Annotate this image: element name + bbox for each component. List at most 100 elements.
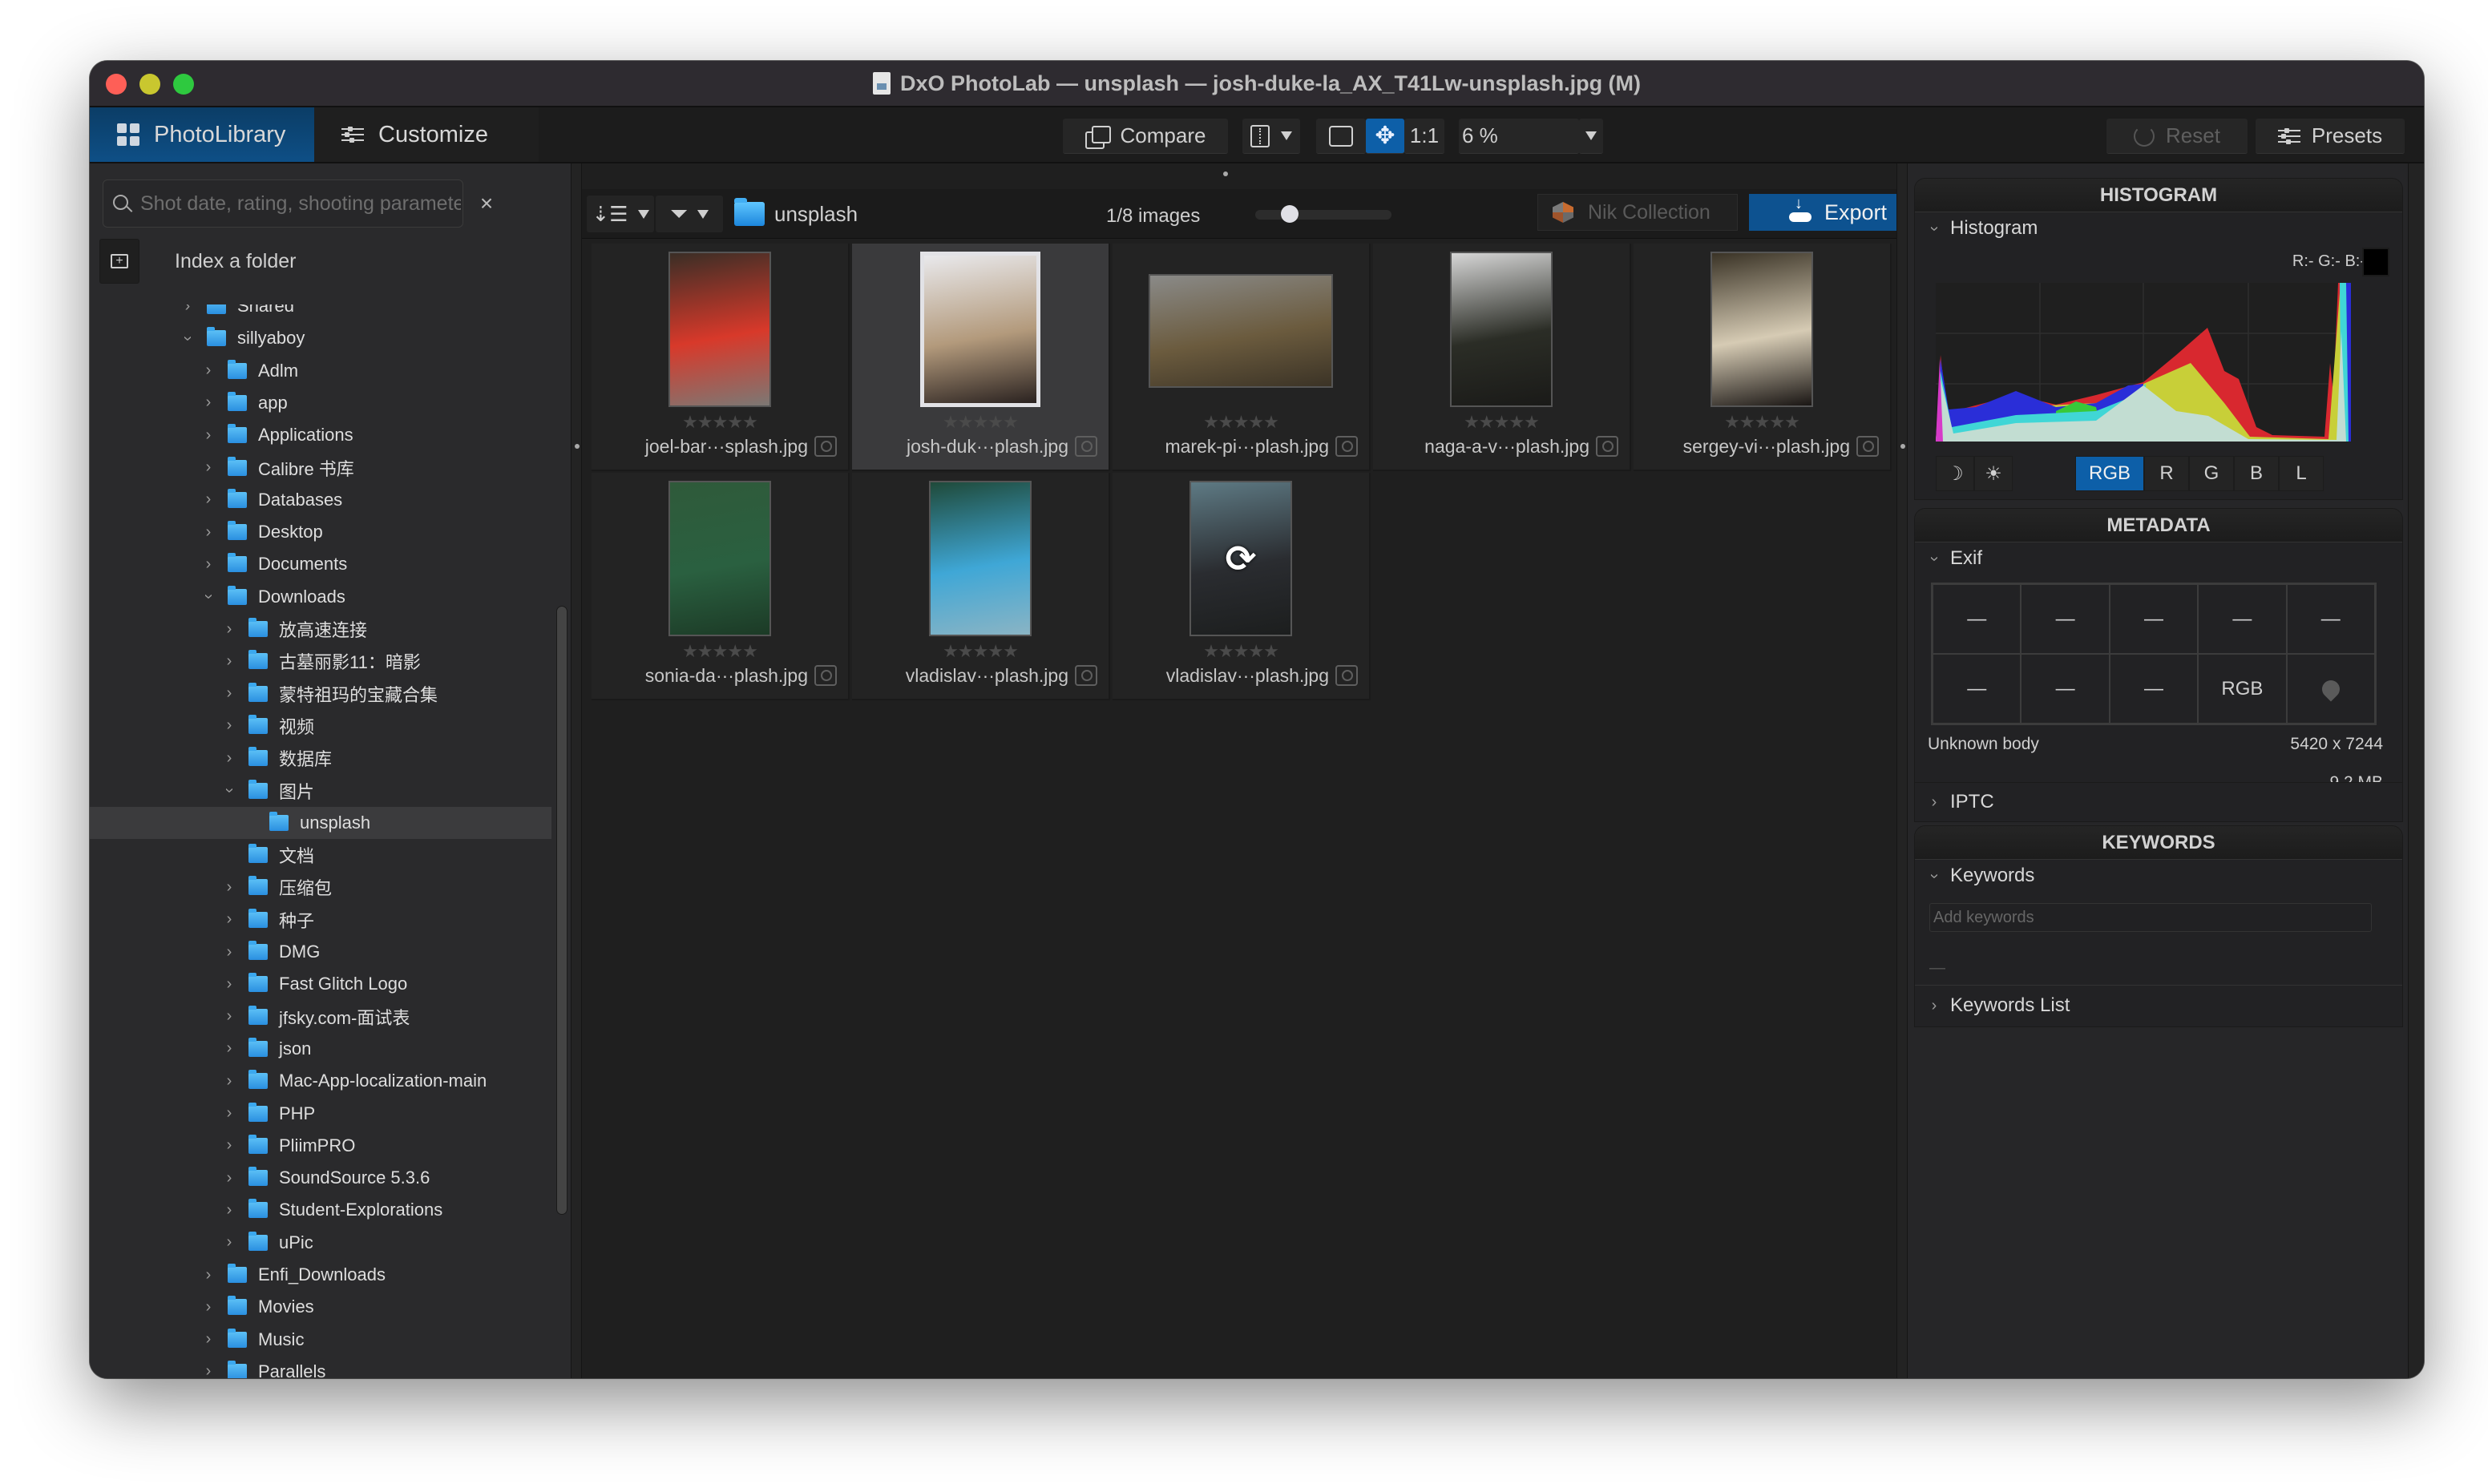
zoom-level-select[interactable]: 6 % bbox=[1459, 119, 1579, 154]
thumbnail-image[interactable] bbox=[1710, 252, 1813, 407]
channel-button-g[interactable]: G bbox=[2189, 456, 2234, 491]
chevron-right-icon[interactable]: › bbox=[221, 1169, 237, 1188]
rating-stars[interactable]: ★★★★★ bbox=[592, 641, 848, 662]
star-icon[interactable]: ★ bbox=[1218, 641, 1234, 661]
star-icon[interactable]: ★ bbox=[727, 641, 743, 661]
thumbnail-image[interactable]: ⟳ bbox=[1189, 481, 1292, 636]
folder-tree-item[interactable]: › 视频 bbox=[90, 710, 551, 742]
search-field[interactable] bbox=[103, 179, 463, 228]
zoom-level-dropdown[interactable] bbox=[1579, 119, 1603, 154]
index-folder-row[interactable]: + Index a folder bbox=[99, 239, 297, 284]
folder-tree-item[interactable]: › uPic bbox=[90, 1227, 551, 1259]
folder-tree-item[interactable]: › Documents bbox=[90, 548, 551, 580]
star-icon[interactable]: ★ bbox=[973, 641, 989, 661]
chevron-right-icon[interactable]: › bbox=[200, 1362, 216, 1378]
chevron-right-icon[interactable]: › bbox=[221, 878, 237, 897]
folder-tree-item[interactable]: › 种子 bbox=[90, 904, 551, 936]
compare-button[interactable]: Compare bbox=[1063, 119, 1228, 154]
star-icon[interactable]: ★ bbox=[742, 412, 758, 432]
folder-tree-item[interactable]: › PliimPRO bbox=[90, 1130, 551, 1162]
star-icon[interactable]: ★ bbox=[1509, 412, 1525, 432]
rating-stars[interactable]: ★★★★★ bbox=[852, 641, 1109, 662]
thumbnail-cell[interactable]: ⟳ ★★★★★ vladislav···plash.jpg bbox=[1113, 473, 1371, 700]
folder-tree-item[interactable]: › Downloads bbox=[90, 581, 551, 613]
folder-tree-item[interactable]: › Shared bbox=[90, 304, 551, 322]
chevron-right-icon[interactable]: › bbox=[200, 361, 216, 380]
folder-tree-item[interactable]: › json bbox=[90, 1033, 551, 1065]
star-icon[interactable]: ★ bbox=[1248, 641, 1264, 661]
chevron-right-icon[interactable]: › bbox=[200, 490, 216, 509]
keywords-palette-title[interactable]: KEYWORDS bbox=[1915, 826, 2402, 860]
star-icon[interactable]: ★ bbox=[1784, 412, 1800, 432]
chevron-right-icon[interactable]: › bbox=[221, 1104, 237, 1123]
star-icon[interactable]: ★ bbox=[697, 641, 713, 661]
chevron-right-icon[interactable]: › bbox=[180, 304, 196, 316]
chevron-right-icon[interactable]: › bbox=[200, 1298, 216, 1317]
folder-tree-item[interactable]: › 压缩包 bbox=[90, 871, 551, 903]
clear-search-button[interactable]: × bbox=[475, 192, 499, 216]
folder-tree-item[interactable]: › DMG bbox=[90, 936, 551, 968]
chevron-down-icon[interactable]: › bbox=[200, 589, 218, 605]
thumbnail-cell[interactable]: ★★★★★ sonia-da···plash.jpg bbox=[592, 473, 850, 700]
folder-tree-item[interactable]: › Applications bbox=[90, 419, 551, 451]
thumbnail-image[interactable] bbox=[929, 481, 1032, 636]
star-icon[interactable]: ★ bbox=[713, 412, 729, 432]
star-icon[interactable]: ★ bbox=[1479, 412, 1495, 432]
folder-tree-item[interactable]: › sillyaboy bbox=[90, 322, 551, 354]
star-icon[interactable]: ★ bbox=[697, 412, 713, 432]
folder-tree-item[interactable]: › app bbox=[90, 387, 551, 419]
star-icon[interactable]: ★ bbox=[1003, 641, 1019, 661]
thumbnail-size-thumb[interactable] bbox=[1281, 205, 1299, 223]
star-icon[interactable]: ★ bbox=[1263, 641, 1279, 661]
star-icon[interactable]: ★ bbox=[1234, 412, 1250, 432]
channel-button-l[interactable]: L bbox=[2279, 456, 2324, 491]
highlight-clipping-button[interactable]: ☀ bbox=[1974, 456, 2013, 491]
chevron-right-icon[interactable]: › bbox=[200, 458, 216, 477]
minimize-window-button[interactable] bbox=[139, 74, 160, 95]
star-icon[interactable]: ★ bbox=[943, 412, 959, 432]
star-icon[interactable]: ★ bbox=[1248, 412, 1264, 432]
thumbnail-size-slider[interactable] bbox=[1255, 205, 1391, 223]
chevron-right-icon[interactable]: › bbox=[221, 1233, 237, 1252]
folder-tree-scrollbar[interactable] bbox=[556, 606, 567, 1215]
folder-tree-item[interactable]: › 蒙特祖玛的宝藏合集 bbox=[90, 678, 551, 710]
chevron-right-icon[interactable]: › bbox=[221, 652, 237, 671]
left-panel-divider[interactable] bbox=[571, 163, 582, 1378]
chevron-right-icon[interactable]: › bbox=[221, 943, 237, 962]
star-icon[interactable]: ★ bbox=[682, 412, 698, 432]
star-icon[interactable]: ★ bbox=[988, 641, 1004, 661]
reset-button[interactable]: Reset bbox=[2106, 119, 2248, 154]
rating-stars[interactable]: ★★★★★ bbox=[852, 412, 1109, 433]
star-icon[interactable]: ★ bbox=[1464, 412, 1480, 432]
chevron-right-icon[interactable]: › bbox=[200, 426, 216, 445]
star-icon[interactable]: ★ bbox=[988, 412, 1004, 432]
chevron-right-icon[interactable]: › bbox=[221, 716, 237, 735]
move-tool-button[interactable]: ✥ bbox=[1366, 119, 1404, 154]
channel-button-b[interactable]: B bbox=[2234, 456, 2279, 491]
chevron-right-icon[interactable]: › bbox=[221, 1072, 237, 1091]
thumbnail-cell[interactable]: ★★★★★ sergey-vi···plash.jpg bbox=[1634, 244, 1892, 471]
search-input[interactable] bbox=[140, 192, 461, 216]
folder-tree-item[interactable]: › PHP bbox=[90, 1098, 551, 1130]
star-icon[interactable]: ★ bbox=[1003, 412, 1019, 432]
chevron-right-icon[interactable]: › bbox=[221, 1039, 237, 1058]
rating-stars[interactable]: ★★★★★ bbox=[592, 412, 848, 433]
folder-tree-item[interactable]: › Enfi_Downloads bbox=[90, 1259, 551, 1291]
thumbnail-image[interactable] bbox=[668, 481, 771, 636]
star-icon[interactable]: ★ bbox=[958, 641, 974, 661]
folder-tree-item[interactable]: › 放高速连接 bbox=[90, 613, 551, 645]
presets-button[interactable]: Presets bbox=[2256, 119, 2405, 154]
channel-button-rgb[interactable]: RGB bbox=[2075, 456, 2144, 491]
thumbnail-cell[interactable]: ★★★★★ marek-pi···plash.jpg bbox=[1113, 244, 1371, 471]
star-icon[interactable]: ★ bbox=[943, 641, 959, 661]
folder-tree-item[interactable]: › jfsky.com-面试表 bbox=[90, 1001, 551, 1033]
iptc-section-header[interactable]: › IPTC bbox=[1915, 783, 2402, 821]
channel-button-r[interactable]: R bbox=[2144, 456, 2189, 491]
star-icon[interactable]: ★ bbox=[742, 641, 758, 661]
thumbnail-cell[interactable]: ★★★★★ naga-a-v···plash.jpg bbox=[1373, 244, 1631, 471]
thumbnail-image[interactable] bbox=[920, 252, 1040, 407]
chevron-right-icon[interactable]: › bbox=[221, 684, 237, 703]
star-icon[interactable]: ★ bbox=[973, 412, 989, 432]
star-icon[interactable]: ★ bbox=[1203, 641, 1219, 661]
folder-tree-item[interactable]: › Parallels bbox=[90, 1356, 551, 1378]
